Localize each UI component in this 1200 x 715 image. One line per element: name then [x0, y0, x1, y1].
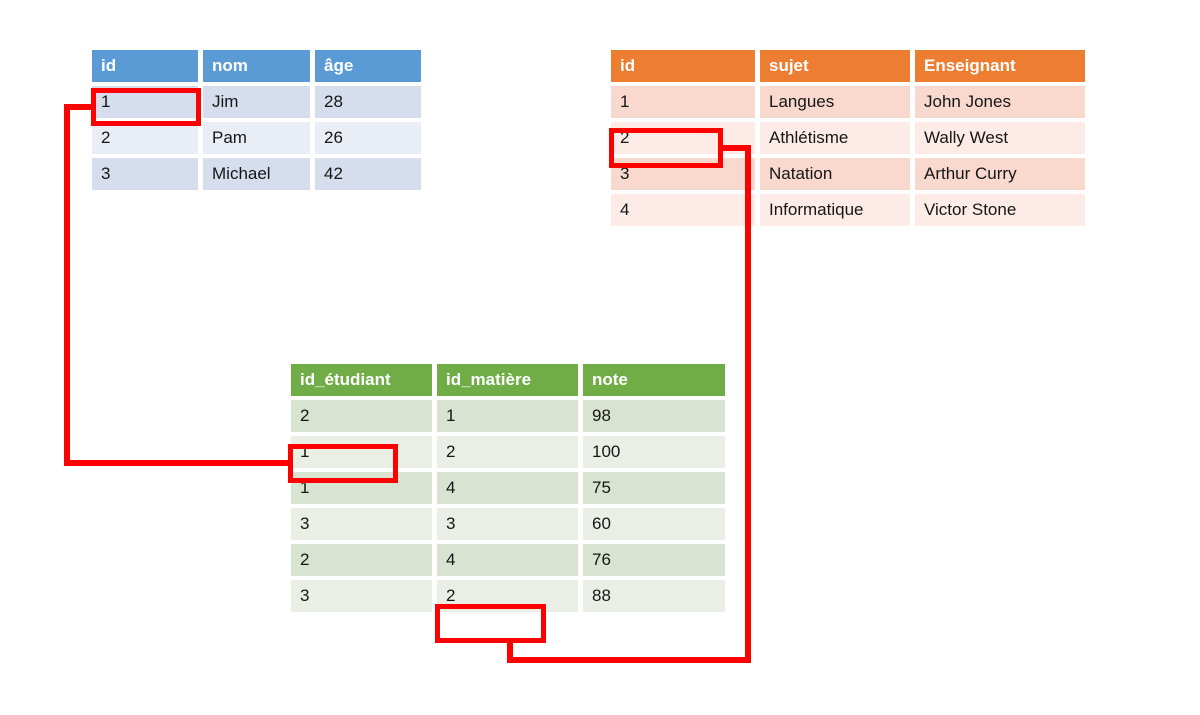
cell-id-matiere: 4	[437, 472, 578, 504]
table-header-row: id sujet Enseignant	[611, 50, 1085, 82]
table-row: 2 1 98	[291, 400, 725, 432]
cell-note: 100	[583, 436, 725, 468]
table-row: 3 3 60	[291, 508, 725, 540]
table-header-row: id_étudiant id_matière note	[291, 364, 725, 396]
column-header-id: id	[611, 50, 755, 82]
column-header-enseignant: Enseignant	[915, 50, 1085, 82]
cell-id-matiere: 2	[437, 436, 578, 468]
cell-sujet: Informatique	[760, 194, 910, 226]
column-header-note: note	[583, 364, 725, 396]
cell-id-etudiant: 1	[291, 436, 432, 468]
cell-id-etudiant: 2	[291, 400, 432, 432]
cell-id: 2	[611, 122, 755, 154]
cell-id-etudiant: 3	[291, 508, 432, 540]
cell-id-matiere: 4	[437, 544, 578, 576]
column-header-id: id	[92, 50, 198, 82]
table-row: 1 4 75	[291, 472, 725, 504]
cell-nom: Jim	[203, 86, 310, 118]
table-row: 3 Natation Arthur Curry	[611, 158, 1085, 190]
cell-id-matiere: 3	[437, 508, 578, 540]
table-row: 3 Michael 42	[92, 158, 421, 190]
column-header-sujet: sujet	[760, 50, 910, 82]
cell-id: 3	[92, 158, 198, 190]
cell-sujet: Natation	[760, 158, 910, 190]
cell-sujet: Langues	[760, 86, 910, 118]
cell-id-matiere: 2	[437, 580, 578, 612]
scores-table: id_étudiant id_matière note 2 1 98 1 2 1…	[286, 360, 730, 616]
column-header-id-etudiant: id_étudiant	[291, 364, 432, 396]
cell-note: 76	[583, 544, 725, 576]
cell-id: 2	[92, 122, 198, 154]
cell-id-etudiant: 3	[291, 580, 432, 612]
cell-note: 60	[583, 508, 725, 540]
cell-id: 1	[611, 86, 755, 118]
cell-enseignant: Arthur Curry	[915, 158, 1085, 190]
column-header-nom: nom	[203, 50, 310, 82]
cell-id-etudiant: 2	[291, 544, 432, 576]
cell-id: 4	[611, 194, 755, 226]
cell-enseignant: Victor Stone	[915, 194, 1085, 226]
cell-note: 88	[583, 580, 725, 612]
students-table: id nom âge 1 Jim 28 2 Pam 26 3 Michael 4…	[87, 46, 426, 194]
cell-id-matiere: 1	[437, 400, 578, 432]
table-row: 4 Informatique Victor Stone	[611, 194, 1085, 226]
column-header-id-matiere: id_matière	[437, 364, 578, 396]
cell-id: 1	[92, 86, 198, 118]
column-header-age: âge	[315, 50, 421, 82]
cell-age: 42	[315, 158, 421, 190]
cell-age: 26	[315, 122, 421, 154]
cell-nom: Michael	[203, 158, 310, 190]
cell-enseignant: Wally West	[915, 122, 1085, 154]
table-row: 2 Pam 26	[92, 122, 421, 154]
cell-sujet: Athlétisme	[760, 122, 910, 154]
cell-age: 28	[315, 86, 421, 118]
table-row: 1 Jim 28	[92, 86, 421, 118]
cell-nom: Pam	[203, 122, 310, 154]
cell-id-etudiant: 1	[291, 472, 432, 504]
table-row: 1 Langues John Jones	[611, 86, 1085, 118]
table-row: 1 2 100	[291, 436, 725, 468]
cell-id: 3	[611, 158, 755, 190]
cell-note: 98	[583, 400, 725, 432]
cell-enseignant: John Jones	[915, 86, 1085, 118]
table-row: 3 2 88	[291, 580, 725, 612]
table-row: 2 Athlétisme Wally West	[611, 122, 1085, 154]
table-row: 2 4 76	[291, 544, 725, 576]
cell-note: 75	[583, 472, 725, 504]
subjects-table: id sujet Enseignant 1 Langues John Jones…	[606, 46, 1090, 230]
table-header-row: id nom âge	[92, 50, 421, 82]
